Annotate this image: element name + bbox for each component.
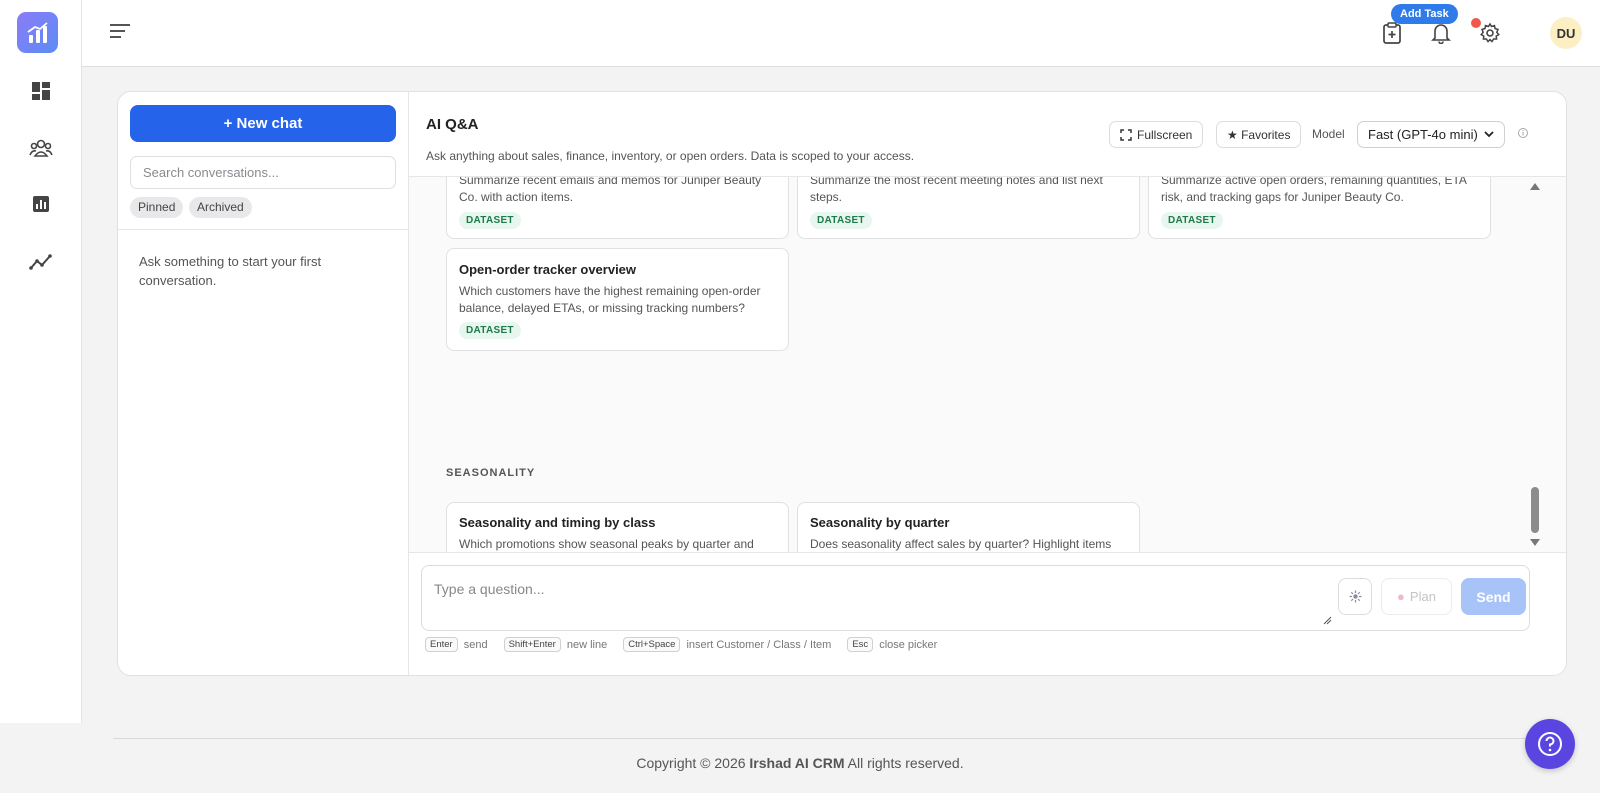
reports-icon[interactable]: [27, 190, 55, 218]
kbd-ctrl-space: Ctrl+Space: [623, 637, 681, 652]
prompt-card[interactable]: Summarize recent emails and memos for Ju…: [446, 177, 789, 239]
composer-area: Type a question... ● Plan Send Enter sen…: [409, 552, 1566, 675]
brand-name: Irshad AI CRM: [749, 755, 845, 771]
hint-text: new line: [566, 638, 608, 651]
model-value: Fast (GPT-4o mini): [1368, 127, 1478, 142]
sparkle-icon: [1349, 590, 1361, 603]
resize-handle-icon[interactable]: [1323, 616, 1332, 625]
hint-text: send: [463, 638, 488, 651]
prompt-card-title: Seasonality and timing by class: [459, 515, 656, 530]
copyright-text: Copyright © 2026 Irshad AI CRM All right…: [0, 755, 1600, 771]
prompt-suggestions: Summarize recent emails and memos for Ju…: [409, 177, 1566, 552]
page-title: AI Q&A: [426, 116, 479, 133]
clipboard-add-icon[interactable]: [1379, 20, 1405, 46]
dataset-tag: DATASET: [810, 212, 872, 229]
search-conversations-input[interactable]: [130, 156, 396, 189]
prompt-card-desc: Summarize active open orders, remaining …: [1161, 177, 1467, 204]
chat-header: AI Q&A Ask anything about sales, finance…: [409, 92, 1566, 177]
dataset-tag: DATASET: [459, 212, 521, 229]
question-icon: [1538, 732, 1562, 756]
kbd-enter: Enter: [425, 637, 458, 652]
menu-toggle-icon[interactable]: [110, 22, 134, 42]
favorites-label: ★ Favorites: [1227, 127, 1291, 142]
keyboard-hints: Enter send Shift+Enter new line Ctrl+Spa…: [425, 637, 947, 652]
prompt-card-title: Seasonality by quarter: [810, 515, 950, 530]
filter-archived[interactable]: Archived: [189, 197, 252, 218]
fullscreen-label: Fullscreen: [1137, 127, 1193, 142]
settings-button[interactable]: [1338, 578, 1372, 615]
app-logo[interactable]: [17, 12, 58, 53]
model-label: Model: [1312, 127, 1345, 141]
scroll-down-icon[interactable]: [1530, 539, 1540, 546]
kbd-esc: Esc: [847, 637, 874, 652]
prompt-card-desc: Summarize recent emails and memos for Ju…: [459, 177, 762, 204]
analytics-icon[interactable]: [27, 248, 55, 276]
prompt-card-title: Open-order tracker overview: [459, 262, 637, 277]
hint-text: insert Customer / Class / Item: [686, 638, 832, 651]
users-icon[interactable]: [27, 134, 55, 162]
filter-pinned[interactable]: Pinned: [130, 197, 184, 218]
favorites-button[interactable]: ★ Favorites: [1216, 121, 1302, 148]
new-chat-button[interactable]: + New chat: [130, 105, 396, 142]
fullscreen-button[interactable]: Fullscreen: [1109, 121, 1204, 148]
model-select[interactable]: Fast (GPT-4o mini): [1357, 121, 1505, 148]
left-rail: [0, 0, 82, 723]
dashboard-icon[interactable]: [27, 77, 55, 105]
chart-logo-icon: [26, 21, 48, 43]
plan-button[interactable]: ● Plan: [1381, 578, 1452, 615]
prompt-card[interactable]: Summarize active open orders, remaining …: [1148, 177, 1491, 239]
copyright-prefix: Copyright © 2026: [636, 755, 750, 771]
empty-conversations-text: Ask something to start your first conver…: [139, 254, 322, 288]
prompt-card[interactable]: Summarize the most recent meeting notes …: [797, 177, 1140, 239]
user-avatar[interactable]: DU: [1550, 17, 1582, 49]
footer-divider: [113, 738, 1567, 739]
prompt-card-desc: Summarize the most recent meeting notes …: [810, 177, 1103, 204]
prompt-card-desc: Which customers have the highest remaini…: [459, 284, 761, 315]
prompt-card-desc: Does seasonality affect sales by quarter…: [810, 537, 1112, 551]
divider: [118, 229, 409, 230]
hint-text: close picker: [879, 638, 938, 651]
copyright-suffix: All rights reserved.: [844, 755, 964, 771]
expand-icon: [1120, 128, 1132, 141]
brain-icon: ●: [1397, 589, 1405, 604]
question-placeholder: Type a question...: [434, 581, 545, 597]
plan-label: Plan: [1409, 589, 1436, 604]
send-button[interactable]: Send: [1461, 578, 1526, 615]
scroll-up-icon[interactable]: [1530, 183, 1540, 190]
gear-icon[interactable]: [1477, 20, 1503, 46]
scrollbar[interactable]: [1528, 177, 1542, 552]
help-button[interactable]: [1525, 719, 1575, 769]
top-bar: Add Task DU: [82, 0, 1600, 67]
page-subtitle: Ask anything about sales, finance, inven…: [426, 149, 915, 163]
kbd-shift-enter: Shift+Enter: [503, 637, 561, 652]
conversation-sidebar: + New chat Pinned Archived Ask something…: [118, 92, 409, 675]
section-label-seasonality: SEASONALITY: [446, 467, 536, 479]
chevron-down-icon: [1484, 131, 1494, 138]
dataset-tag: DATASET: [1161, 212, 1223, 229]
prompt-card-open-order[interactable]: Open-order tracker overview Which custom…: [446, 248, 789, 351]
scrollbar-thumb[interactable]: [1531, 487, 1539, 533]
dataset-tag: DATASET: [459, 322, 521, 339]
bell-icon[interactable]: [1428, 20, 1454, 46]
info-icon[interactable]: [1517, 127, 1529, 139]
ai-qa-panel: + New chat Pinned Archived Ask something…: [117, 91, 1567, 676]
prompt-card-seasonality-class[interactable]: Seasonality and timing by class Which pr…: [446, 502, 789, 552]
chat-area: AI Q&A Ask anything about sales, finance…: [409, 92, 1566, 675]
prompt-card-desc: Which promotions show seasonal peaks by …: [459, 537, 754, 551]
prompt-card-seasonality-quarter[interactable]: Seasonality by quarter Does seasonality …: [797, 502, 1140, 552]
